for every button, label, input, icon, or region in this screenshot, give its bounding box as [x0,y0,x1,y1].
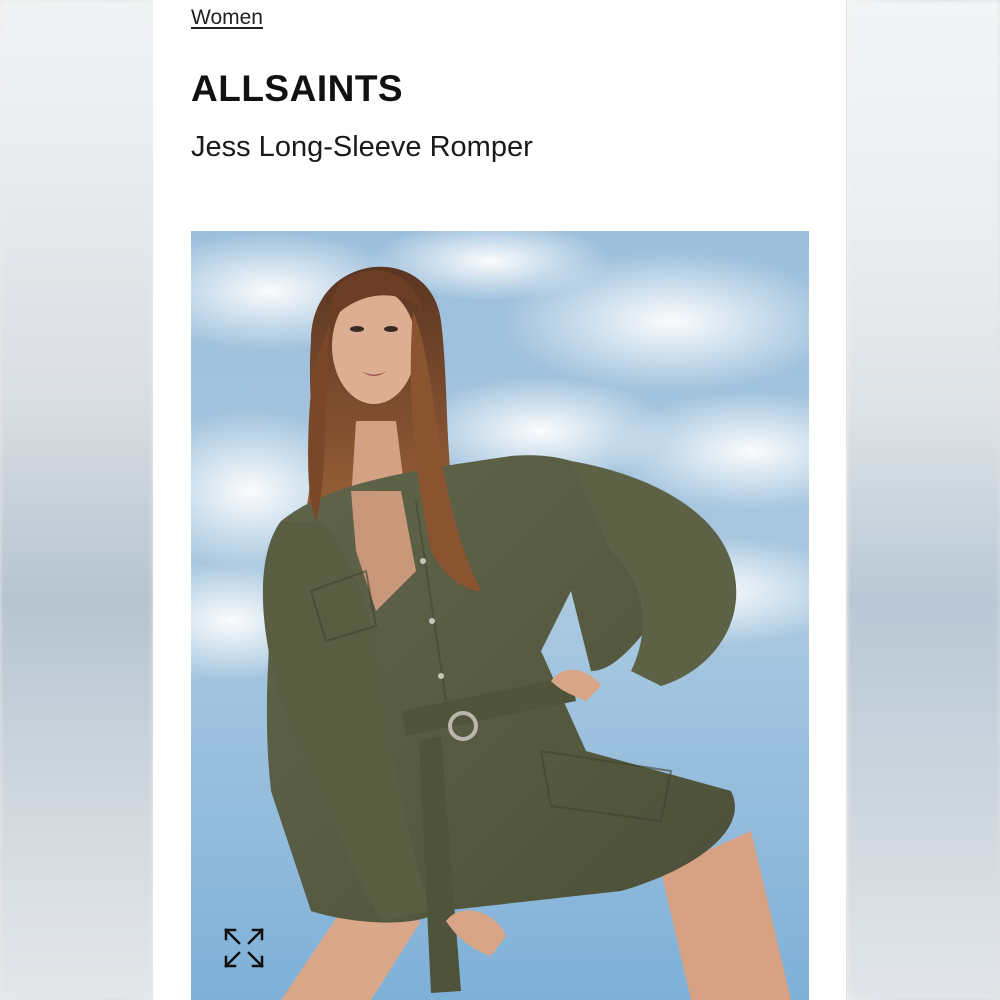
product-image[interactable] [191,231,809,1000]
brand-name: ALLSAINTS [191,68,404,109]
breadcrumb-women-link[interactable]: Women [191,6,263,30]
product-photo [191,231,809,1000]
product-card: Women ALLSAINTS Jess Long-Sleeve Romper [153,0,847,1000]
expand-image-button[interactable] [221,925,267,971]
expand-arrows-icon [224,928,264,968]
product-title: Jess Long-Sleeve Romper [191,131,533,163]
